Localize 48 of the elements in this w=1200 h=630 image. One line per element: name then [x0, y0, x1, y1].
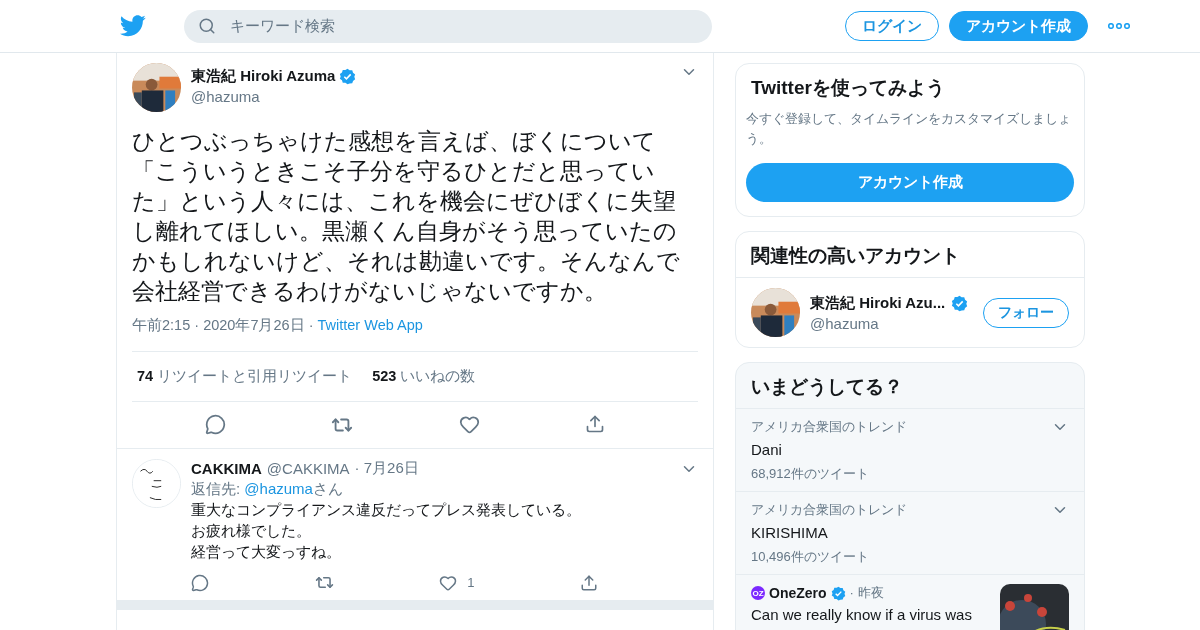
- signup-button[interactable]: アカウント作成: [949, 11, 1088, 41]
- card-title: Twitterを使ってみよう: [750, 76, 946, 100]
- reply-text-line: 重大なコンプライアンス違反だってプレス発表している。: [191, 501, 582, 520]
- reply-date: · 7月26日: [354, 459, 419, 478]
- follow-button[interactable]: フォロー: [983, 297, 1069, 328]
- author-name[interactable]: 東浩紀 Hiroki Azuma: [191, 67, 336, 86]
- login-button[interactable]: ログイン: [845, 11, 939, 41]
- card-title: いまどうしてる？: [750, 375, 904, 399]
- reply-author-name[interactable]: CAKKIMA: [191, 460, 262, 477]
- trend-count: 10,496件のツイート: [751, 548, 870, 566]
- card-title: 関連性の高いアカウント: [750, 244, 961, 268]
- more-icon[interactable]: [1108, 23, 1130, 29]
- bird-logo-icon[interactable]: [120, 15, 146, 37]
- reply-author-handle[interactable]: @CAKKIMA: [266, 460, 350, 477]
- search-input[interactable]: キーワード検索: [228, 16, 698, 36]
- tweet-timestamp: 午前2:15 · 2020年7月26日 · Twitter Web App: [132, 316, 424, 335]
- trend-count: 68,912件のツイート: [751, 465, 870, 483]
- search-field[interactable]: キーワード検索: [184, 9, 712, 43]
- share-icon[interactable]: [579, 573, 598, 592]
- trend-context: アメリカ合衆国のトレンド: [751, 418, 908, 436]
- account-handle[interactable]: @hazuma: [810, 314, 973, 332]
- stat-link[interactable]: 523 いいねの数: [372, 367, 476, 386]
- source-logo: OZ: [751, 586, 765, 600]
- signup-button[interactable]: アカウント作成: [746, 163, 1074, 202]
- source-link[interactable]: Twitter Web App: [317, 317, 423, 333]
- author-handle[interactable]: @hazuma: [191, 88, 670, 105]
- like-icon[interactable]: [458, 414, 480, 435]
- reply-icon[interactable]: [191, 573, 209, 592]
- tweet-text: ひとつぶっちゃけた感想を言えば、ぼくについて「こういうときこそ子分を守るひとだと思っていた」という人々には、これを機会にぜひぼくに失望し離れてほしい。黒瀬くん自身がそう思っていたのかもしれないけど、それは勘違いです。そんなんで会社経営できるわけがないじゃないですか。: [132, 127, 681, 306]
- reply-icon[interactable]: [204, 414, 226, 435]
- news-time: · 昨夜: [849, 584, 884, 602]
- reply-text-line: 経営って大変っすね。: [191, 543, 342, 562]
- search-icon: [198, 17, 216, 35]
- news-headline[interactable]: Can we really know if a virus was: [751, 606, 990, 623]
- trend-item[interactable]: アメリカ合衆国のトレンド KIRISHIMA 10,496件のツイート: [736, 491, 1084, 574]
- mention-link[interactable]: @hazuma: [244, 480, 313, 497]
- trend-topic: Dani: [751, 441, 783, 458]
- card-text: 今すぐ登録して、タイムラインをカスタマイズしましょう。: [746, 110, 1072, 148]
- share-icon[interactable]: [585, 414, 606, 434]
- like-button[interactable]: 1: [439, 573, 475, 592]
- stat-link[interactable]: 74 リツイートと引用リツイート: [137, 367, 353, 386]
- account-name[interactable]: 東浩紀 Hiroki Azu...: [810, 293, 946, 313]
- news-source: OneZero: [769, 585, 827, 601]
- reply-to-line: 返信先: @hazumaさん: [191, 479, 344, 499]
- reply-text-line: お疲れ様でした。: [191, 522, 312, 541]
- trend-topic: KIRISHIMA: [751, 524, 829, 541]
- trend-context: アメリカ合衆国のトレンド: [751, 501, 908, 519]
- trend-item[interactable]: アメリカ合衆国のトレンド Dani 68,912件のツイート: [736, 408, 1084, 491]
